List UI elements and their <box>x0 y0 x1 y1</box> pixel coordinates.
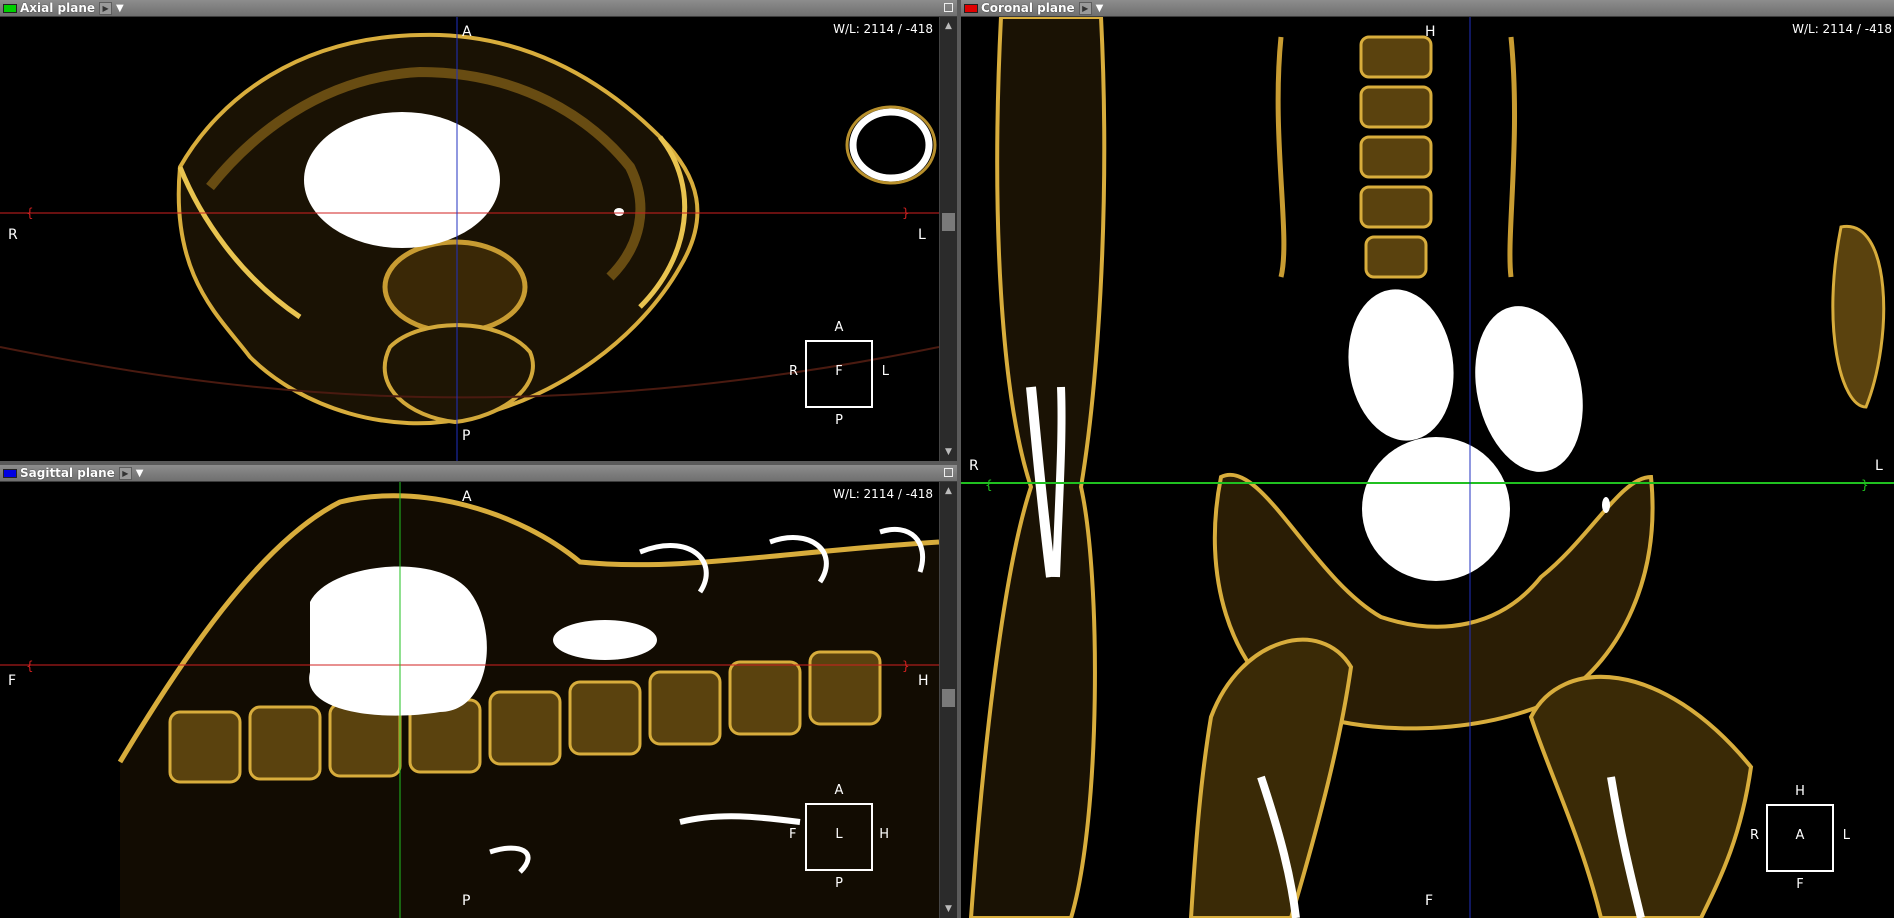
cube-center-label: F <box>835 364 843 379</box>
axial-orient-top: A <box>462 24 472 40</box>
coronal-orientation-cube: A H F R L <box>1750 784 1850 892</box>
cube-left-label: R <box>789 364 799 379</box>
scroll-up-icon[interactable]: ▲ <box>940 484 957 498</box>
svg-text:}: } <box>1861 478 1869 492</box>
coronal-orient-left: R <box>969 458 979 474</box>
axial-scroll-thumb[interactable] <box>942 213 955 231</box>
coronal-color-chip <box>964 3 978 13</box>
play-icon[interactable]: ▶ <box>99 1 113 15</box>
sagittal-scrollbar[interactable]: ▲ ▼ <box>939 482 957 918</box>
sagittal-window-level: W/L: 2114 / -418 <box>833 487 933 501</box>
axial-titlebar: Axial plane ▶ ▼ <box>0 0 957 17</box>
cube-right-label: H <box>879 827 889 842</box>
coronal-orient-right: L <box>1875 458 1883 474</box>
axial-orient-right: L <box>918 227 926 243</box>
axial-window-level: W/L: 2114 / -418 <box>833 22 933 36</box>
axial-orientation-cube: F A P R L <box>789 320 889 428</box>
cube-top-label: A <box>834 320 844 335</box>
cube-top-label: A <box>834 783 844 798</box>
axial-image: { } <box>0 17 939 461</box>
coronal-orient-top: H <box>1425 24 1436 40</box>
coronal-titlebar: Coronal plane ▶ ▼ <box>961 0 1894 17</box>
cube-center-label: A <box>1795 828 1805 843</box>
coronal-view[interactable]: { } W/L: 2114 / -418 H F R L A H F R L <box>961 17 1894 918</box>
cube-center-label: L <box>835 827 843 842</box>
cube-left-label: R <box>1750 828 1760 843</box>
coronal-panel[interactable]: Coronal plane ▶ ▼ {} W/L: 2114 / -418 H… <box>961 0 1894 918</box>
dropdown-icon[interactable]: ▼ <box>116 3 124 14</box>
sagittal-orient-right: H <box>918 673 929 689</box>
scroll-up-icon[interactable]: ▲ <box>940 19 957 33</box>
svg-text:}: } <box>902 206 910 220</box>
coronal-orient-bottom: F <box>1425 893 1434 909</box>
sagittal-scroll-thumb[interactable] <box>942 689 955 707</box>
svg-text:{: { <box>26 659 34 673</box>
axial-view[interactable]: { } W/L: 2114 / -418 A P R L F A P R L <box>0 17 939 461</box>
cube-top-label: H <box>1795 784 1805 799</box>
dropdown-icon[interactable]: ▼ <box>136 468 144 479</box>
axial-orient-bottom: P <box>462 428 471 444</box>
sagittal-color-chip <box>3 468 17 478</box>
sagittal-titlebar: Sagittal plane ▶ ▼ <box>0 465 957 482</box>
cube-bottom-label: P <box>835 876 843 891</box>
sagittal-orientation-cube: L A P F H <box>789 783 889 891</box>
cube-bottom-label: F <box>1796 877 1804 892</box>
scroll-down-icon[interactable]: ▼ <box>940 902 957 916</box>
play-icon[interactable]: ▶ <box>1078 1 1092 15</box>
cube-left-label: F <box>789 827 797 842</box>
sagittal-orient-left: F <box>8 673 17 689</box>
axial-color-chip <box>3 3 17 13</box>
cube-right-label: L <box>881 364 889 379</box>
axial-orient-left: R <box>8 227 18 243</box>
svg-text:{: { <box>26 206 34 220</box>
sagittal-orient-top: A <box>462 489 472 505</box>
maximize-icon[interactable] <box>944 468 953 477</box>
axial-scrollbar[interactable]: ▲ ▼ <box>939 17 957 461</box>
dropdown-icon[interactable]: ▼ <box>1096 3 1104 14</box>
sagittal-view[interactable]: { } W/L: 2114 / -418 A P F H L A P F H <box>0 482 939 918</box>
sagittal-orient-bottom: P <box>462 893 471 909</box>
axial-panel[interactable]: Axial plane ▶ ▼ {} W/L: 2114 / -418 A P… <box>0 0 957 461</box>
axial-title: Axial plane <box>20 1 96 15</box>
coronal-image: { } <box>961 17 1894 918</box>
sagittal-panel[interactable]: Sagittal plane ▶ ▼ {} W/L: 2114 / -418 … <box>0 465 957 918</box>
coronal-title: Coronal plane <box>981 1 1075 15</box>
maximize-icon[interactable] <box>944 3 953 12</box>
cube-right-label: L <box>1842 828 1850 843</box>
svg-text:{: { <box>985 478 993 492</box>
sagittal-image: { } <box>0 482 939 918</box>
coronal-window-level: W/L: 2114 / -418 <box>1792 22 1892 36</box>
sagittal-title: Sagittal plane <box>20 466 115 480</box>
cube-bottom-label: P <box>835 413 843 428</box>
scroll-down-icon[interactable]: ▼ <box>940 445 957 459</box>
play-icon[interactable]: ▶ <box>118 466 132 480</box>
svg-text:}: } <box>902 659 910 673</box>
